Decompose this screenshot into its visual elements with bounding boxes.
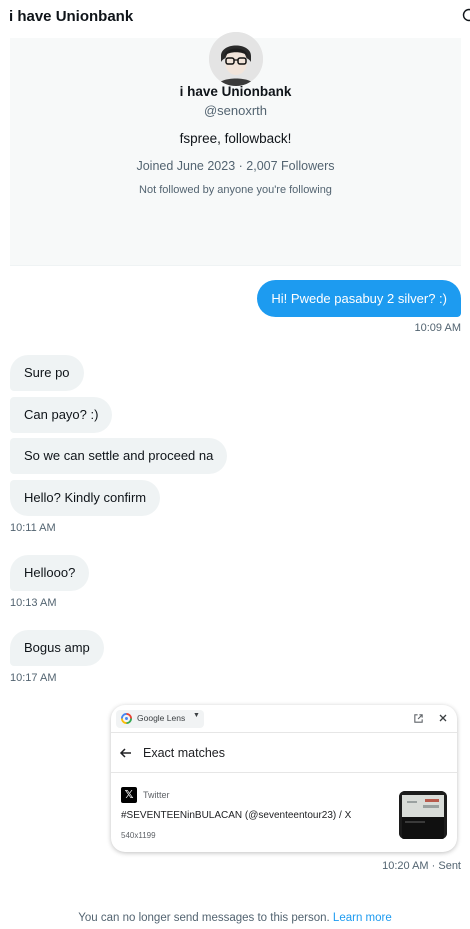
open-external-icon[interactable] bbox=[413, 713, 424, 724]
profile-bio: fspree, followback! bbox=[179, 131, 292, 146]
profile-name: i have Unionbank bbox=[179, 84, 292, 99]
lens-toolbar: Google Lens ▼ bbox=[111, 705, 457, 733]
divider bbox=[111, 772, 457, 773]
thumbnail-image bbox=[399, 791, 447, 839]
notice-text: You can no longer send messages to this … bbox=[78, 912, 330, 924]
profile-card[interactable]: i have Unionbank @senoxrth fspree, follo… bbox=[10, 32, 461, 266]
lens-app-label: Google Lens bbox=[137, 713, 186, 723]
profile-joined: Joined June 2023 · 2,007 Followers bbox=[136, 159, 335, 173]
learn-more-link[interactable]: Learn more bbox=[333, 912, 392, 924]
google-lens-icon bbox=[121, 713, 132, 724]
profile-handle: @senoxrth bbox=[203, 103, 268, 118]
image-attachment[interactable]: Google Lens ▼ Exact matches 𝕏 Twitter #S… bbox=[111, 705, 457, 852]
message-bubble-outgoing[interactable]: Hi! Pwede pasabuy 2 silver? :) bbox=[257, 280, 461, 317]
message-bubble-incoming[interactable]: Bogus amp bbox=[10, 630, 104, 666]
message-timestamp: 10:17 AM bbox=[10, 672, 57, 684]
message-bubble-incoming[interactable]: So we can settle and proceed na bbox=[10, 438, 228, 474]
message-bubble-incoming[interactable]: Sure po bbox=[10, 355, 84, 391]
info-icon[interactable] bbox=[462, 8, 470, 22]
x-logo-icon: 𝕏 bbox=[121, 787, 137, 803]
message-bubble-incoming[interactable]: Can payo? :) bbox=[10, 397, 113, 433]
lens-result-source: Twitter bbox=[143, 790, 170, 800]
lens-app-selector[interactable]: Google Lens ▼ bbox=[116, 710, 204, 728]
back-arrow-icon[interactable] bbox=[119, 746, 133, 760]
lens-result-title[interactable]: #SEVENTEENinBULACAN (@seventeentour23) /… bbox=[121, 810, 351, 821]
lens-result-thumbnail[interactable] bbox=[399, 791, 447, 839]
message-timestamp: 10:09 AM bbox=[414, 322, 461, 334]
message-bubble-incoming[interactable]: Hellooo? bbox=[10, 555, 90, 591]
messaging-disabled-notice: You can no longer send messages to this … bbox=[0, 912, 470, 924]
chevron-down-icon: ▼ bbox=[193, 712, 200, 719]
message-timestamp: 10:20 AM · Sent bbox=[382, 860, 461, 872]
profile-followed-by: Not followed by anyone you're following bbox=[139, 184, 332, 196]
message-bubble-incoming[interactable]: Hello? Kindly confirm bbox=[10, 480, 161, 516]
close-icon[interactable] bbox=[437, 712, 449, 724]
message-timestamp: 10:13 AM bbox=[10, 597, 57, 609]
conversation-title[interactable]: i have Unionbank bbox=[9, 8, 133, 25]
message-timestamp: 10:11 AM bbox=[10, 522, 56, 534]
user-avatar-icon bbox=[209, 32, 263, 86]
avatar[interactable] bbox=[209, 32, 263, 86]
lens-heading: Exact matches bbox=[143, 746, 225, 760]
lens-result-dimensions: 540x1199 bbox=[121, 831, 156, 840]
conversation-header: i have Unionbank bbox=[0, 0, 470, 36]
